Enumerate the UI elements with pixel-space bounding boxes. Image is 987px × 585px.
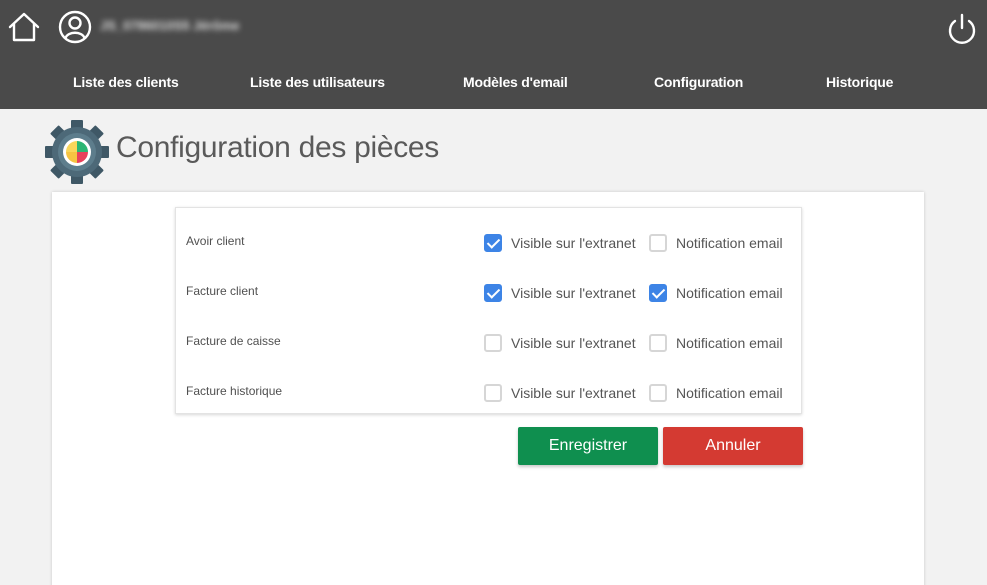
- checkbox[interactable]: [484, 334, 502, 352]
- notification-checkbox-option[interactable]: Notification email: [649, 283, 783, 303]
- checkbox[interactable]: [484, 284, 502, 302]
- checkbox[interactable]: [649, 234, 667, 252]
- checkbox-label: Visible sur l'extranet: [511, 285, 636, 301]
- user-avatar-icon[interactable]: [58, 10, 92, 44]
- nav-item-configuration[interactable]: Configuration: [654, 74, 743, 90]
- settings-panel: Avoir client Visible sur l'extranet Noti…: [175, 207, 802, 414]
- top-bar: JS_0786010S5 Jérôme Liste des clients Li…: [0, 0, 987, 109]
- checkbox[interactable]: [649, 384, 667, 402]
- extranet-checkbox-option[interactable]: Visible sur l'extranet: [484, 383, 636, 403]
- user-name: JS_0786010S5 Jérôme: [100, 18, 240, 33]
- piece-row-facture-caisse: Facture de caisse Visible sur l'extranet…: [176, 314, 803, 364]
- piece-label: Facture historique: [186, 384, 283, 398]
- piece-row-facture-client: Facture client Visible sur l'extranet No…: [176, 264, 803, 314]
- save-button[interactable]: Enregistrer: [518, 427, 658, 465]
- piece-label: Facture de caisse: [186, 334, 281, 348]
- main-nav: Liste des clients Liste des utilisateurs…: [0, 66, 987, 100]
- checkbox-label: Notification email: [676, 235, 783, 251]
- checkbox-label: Visible sur l'extranet: [511, 385, 636, 401]
- page-title: Configuration des pièces: [116, 131, 440, 164]
- checkbox[interactable]: [649, 334, 667, 352]
- extranet-checkbox-option[interactable]: Visible sur l'extranet: [484, 283, 636, 303]
- piece-label: Avoir client: [186, 234, 245, 248]
- extranet-checkbox-option[interactable]: Visible sur l'extranet: [484, 233, 636, 253]
- nav-item-users[interactable]: Liste des utilisateurs: [250, 74, 385, 90]
- power-icon[interactable]: [945, 11, 979, 47]
- checkbox[interactable]: [649, 284, 667, 302]
- checkbox-label: Notification email: [676, 385, 783, 401]
- checkbox-label: Visible sur l'extranet: [511, 235, 636, 251]
- nav-item-email-templates[interactable]: Modèles d'email: [463, 74, 568, 90]
- checkbox-label: Notification email: [676, 285, 783, 301]
- piece-row-avoir-client: Avoir client Visible sur l'extranet Noti…: [176, 214, 803, 264]
- notification-checkbox-option[interactable]: Notification email: [649, 333, 783, 353]
- cancel-button[interactable]: Annuler: [663, 427, 803, 465]
- checkbox[interactable]: [484, 234, 502, 252]
- checkbox-label: Notification email: [676, 335, 783, 351]
- piece-row-facture-historique: Facture historique Visible sur l'extrane…: [176, 364, 803, 414]
- checkbox-label: Visible sur l'extranet: [511, 335, 636, 351]
- checkbox[interactable]: [484, 384, 502, 402]
- extranet-checkbox-option[interactable]: Visible sur l'extranet: [484, 333, 636, 353]
- notification-checkbox-option[interactable]: Notification email: [649, 383, 783, 403]
- nav-item-history[interactable]: Historique: [826, 74, 893, 90]
- nav-item-clients[interactable]: Liste des clients: [73, 74, 179, 90]
- home-icon[interactable]: [6, 9, 42, 45]
- piece-label: Facture client: [186, 284, 259, 298]
- notification-checkbox-option[interactable]: Notification email: [649, 233, 783, 253]
- gear-icon: [44, 119, 110, 185]
